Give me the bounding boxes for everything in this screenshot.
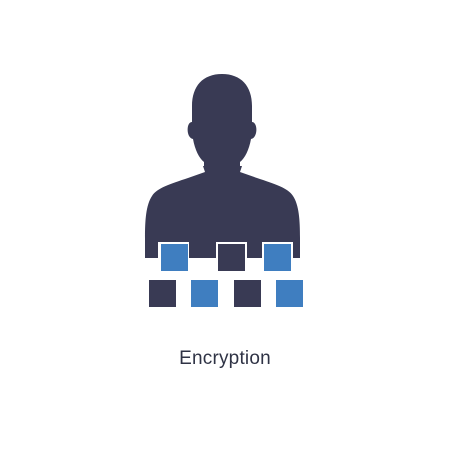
icon-card: Encryption bbox=[0, 0, 450, 450]
block-bottom-2 bbox=[191, 280, 218, 307]
block-top-2 bbox=[218, 244, 245, 271]
block-bottom-3 bbox=[234, 280, 261, 307]
user-encryption-icon bbox=[0, 0, 450, 330]
block-top-1 bbox=[161, 244, 188, 271]
icon-caption: Encryption bbox=[179, 348, 271, 369]
encryption-blocks bbox=[149, 244, 303, 307]
block-top-3 bbox=[264, 244, 291, 271]
icon-graphic bbox=[145, 74, 303, 307]
block-bottom-4 bbox=[276, 280, 303, 307]
person-head bbox=[187, 74, 257, 168]
block-bottom-1 bbox=[149, 280, 176, 307]
